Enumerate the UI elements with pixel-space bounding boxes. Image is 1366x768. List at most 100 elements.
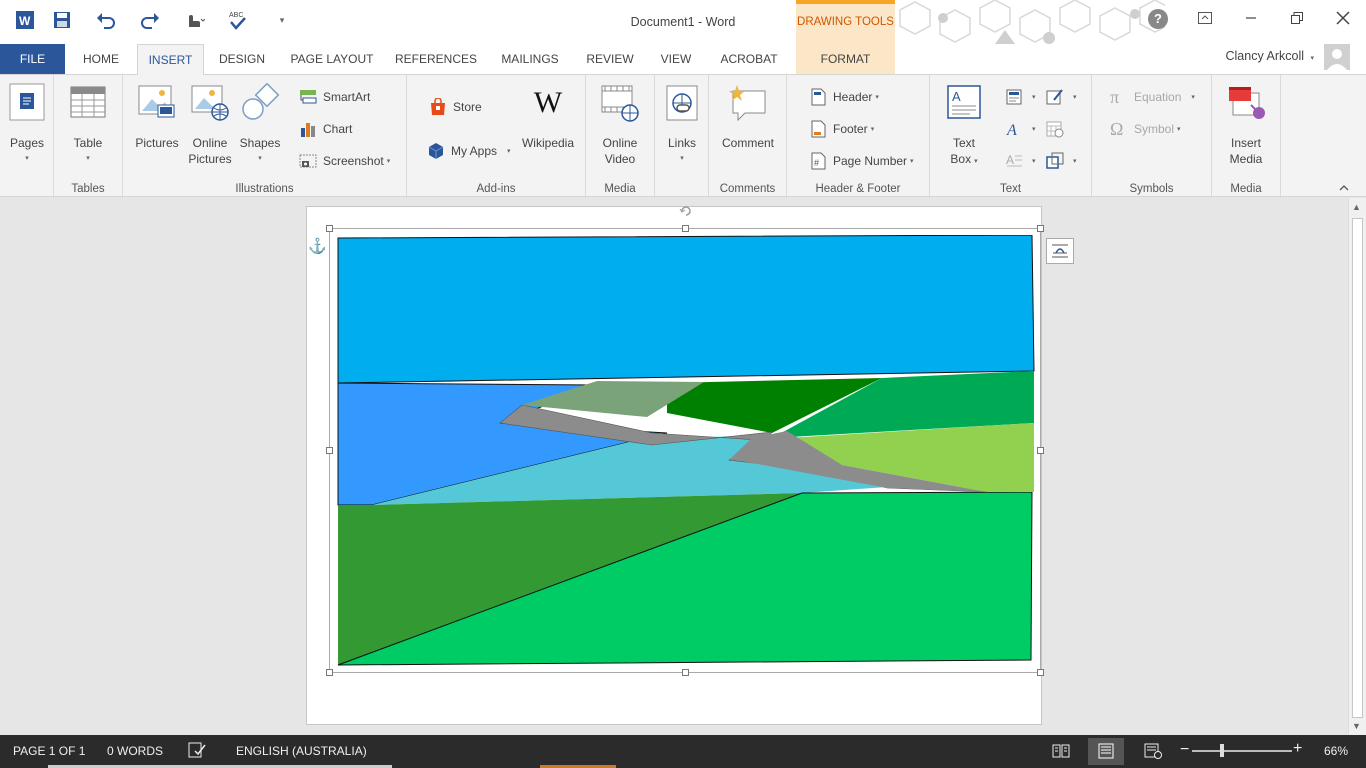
word-count[interactable]: 0 WORDS (107, 744, 163, 758)
screenshot-button[interactable]: Screenshot ▾ (299, 151, 390, 171)
footer-button[interactable]: Footer ▾ (809, 119, 874, 139)
links-button[interactable]: Links ▾ (661, 83, 703, 167)
avatar[interactable] (1324, 44, 1350, 70)
group-label-illustrations: Illustrations (235, 183, 294, 195)
page-count[interactable]: PAGE 1 OF 1 (13, 744, 85, 758)
redo-icon[interactable] (128, 6, 172, 34)
smartart-button[interactable]: SmartArt (299, 87, 370, 107)
tab-file[interactable]: FILE (0, 44, 65, 74)
minimize-icon[interactable] (1228, 0, 1274, 36)
tab-view[interactable]: VIEW (650, 44, 702, 74)
user-account[interactable]: Clancy Arkcoll ▾ (1226, 49, 1315, 63)
quick-parts-button[interactable]: ▾ (1005, 87, 1036, 107)
tab-format[interactable]: FORMAT (796, 44, 895, 74)
proofing-icon[interactable] (188, 742, 206, 761)
signature-line-button[interactable]: ▾ (1046, 87, 1077, 107)
tab-home[interactable]: HOME (70, 44, 132, 74)
tab-page-layout[interactable]: PAGE LAYOUT (282, 44, 382, 74)
my-apps-button[interactable]: My Apps ▾ (427, 141, 511, 161)
tab-design[interactable]: DESIGN (210, 44, 274, 74)
chart-icon (301, 123, 315, 137)
group-label-text: Text (999, 183, 1022, 195)
store-button[interactable]: Store (429, 97, 482, 117)
svg-text:A: A (1006, 153, 1014, 167)
web-layout-icon[interactable] (1144, 743, 1162, 762)
zoom-slider-track[interactable] (1192, 750, 1292, 752)
print-layout-icon[interactable] (1088, 738, 1124, 765)
wordart-button[interactable]: A ▾ (1005, 119, 1036, 139)
table-label: Table (73, 136, 103, 150)
header-label: Header (833, 90, 873, 104)
word-app-icon[interactable]: W (10, 6, 40, 34)
screenshot-icon (299, 154, 317, 168)
chart-button[interactable]: Chart (299, 119, 352, 139)
object-button[interactable]: ▾ (1046, 151, 1077, 171)
tab-review[interactable]: REVIEW (578, 44, 642, 74)
table-button[interactable]: Table ▾ (66, 83, 110, 167)
svg-text:#: # (814, 158, 819, 168)
date-time-icon (1046, 121, 1064, 138)
language-indicator[interactable]: ENGLISH (AUSTRALIA) (236, 744, 367, 758)
svg-text:A: A (1006, 122, 1017, 138)
save-icon[interactable] (40, 6, 84, 34)
ribbon-display-options-icon[interactable] (1182, 0, 1228, 36)
resize-handle-bottom-left[interactable] (326, 669, 333, 676)
drop-cap-icon: A (1006, 153, 1022, 167)
scroll-down-icon[interactable]: ▼ (1352, 721, 1361, 731)
online-pictures-button[interactable]: Online Pictures (185, 83, 235, 167)
pictures-icon (138, 83, 176, 123)
customize-qat-icon[interactable]: ▾ (260, 6, 304, 34)
resize-handle-top-right[interactable] (1037, 225, 1044, 232)
drop-cap-button[interactable]: A ▾ (1005, 151, 1036, 171)
resize-handle-bottom-right[interactable] (1037, 669, 1044, 676)
header-button[interactable]: Header ▾ (809, 87, 879, 107)
restore-icon[interactable] (1274, 0, 1320, 36)
pictures-button[interactable]: Pictures (133, 83, 181, 151)
group-label-media: Media (604, 183, 636, 195)
zoom-level[interactable]: 66% (1324, 744, 1348, 758)
resize-handle-bottom[interactable] (682, 669, 689, 676)
status-bar: PAGE 1 OF 1 0 WORDS ENGLISH (AUSTRALIA) … (0, 735, 1366, 768)
tab-references[interactable]: REFERENCES (390, 44, 482, 74)
pages-button[interactable]: Pages ▾ (5, 83, 49, 167)
layout-options-icon[interactable] (1046, 238, 1074, 264)
date-time-button[interactable] (1046, 119, 1070, 139)
equation-button[interactable]: π Equation ▾ (1110, 87, 1195, 107)
text-box-label-1: Text (952, 136, 975, 150)
tab-mailings[interactable]: MAILINGS (490, 44, 570, 74)
page-number-button[interactable]: # Page Number ▾ (809, 151, 914, 171)
spelling-check-icon[interactable]: ABC (216, 6, 260, 34)
symbol-button[interactable]: Ω Symbol ▾ (1110, 119, 1181, 139)
touch-mode-icon[interactable] (172, 6, 216, 34)
text-box-button[interactable]: A Text Box ▾ (942, 83, 986, 170)
wikipedia-button[interactable]: W Wikipedia (517, 83, 579, 151)
zoom-in-icon[interactable]: + (1293, 740, 1302, 758)
comment-button[interactable]: Comment (717, 83, 779, 151)
group-symbols: π Equation ▾ Ω Symbol ▾ Symbols (1092, 75, 1212, 198)
rotate-handle-icon[interactable] (679, 204, 693, 218)
vertical-scrollbar[interactable]: ▲ ▼ (1348, 198, 1366, 735)
resize-handle-left[interactable] (326, 447, 333, 454)
svg-text:W: W (19, 14, 31, 28)
close-icon[interactable] (1320, 0, 1366, 36)
tab-insert[interactable]: INSERT (137, 44, 204, 75)
tab-acrobat[interactable]: ACROBAT (710, 44, 788, 74)
online-video-button[interactable]: Online Video (596, 83, 644, 167)
collapse-ribbon-icon[interactable] (1338, 182, 1350, 192)
resize-handle-right[interactable] (1037, 447, 1044, 454)
shapes-button[interactable]: Shapes ▾ (237, 82, 283, 167)
read-mode-icon[interactable] (1052, 743, 1070, 762)
zoom-out-icon[interactable]: − (1180, 741, 1189, 759)
insert-media-button[interactable]: Insert Media (1222, 83, 1270, 167)
group-links: Links ▾ (655, 75, 709, 198)
shapes-label: Shapes (239, 136, 281, 150)
comment-icon (729, 83, 767, 123)
resize-handle-top-left[interactable] (326, 225, 333, 232)
scroll-up-icon[interactable]: ▲ (1352, 202, 1361, 212)
resize-handle-top[interactable] (682, 225, 689, 232)
zoom-slider-thumb[interactable] (1220, 744, 1224, 757)
insert-media-label-1: Insert (1230, 136, 1261, 150)
help-icon[interactable]: ? (1148, 9, 1168, 29)
undo-icon[interactable] (84, 6, 128, 34)
scroll-thumb[interactable] (1352, 218, 1363, 718)
